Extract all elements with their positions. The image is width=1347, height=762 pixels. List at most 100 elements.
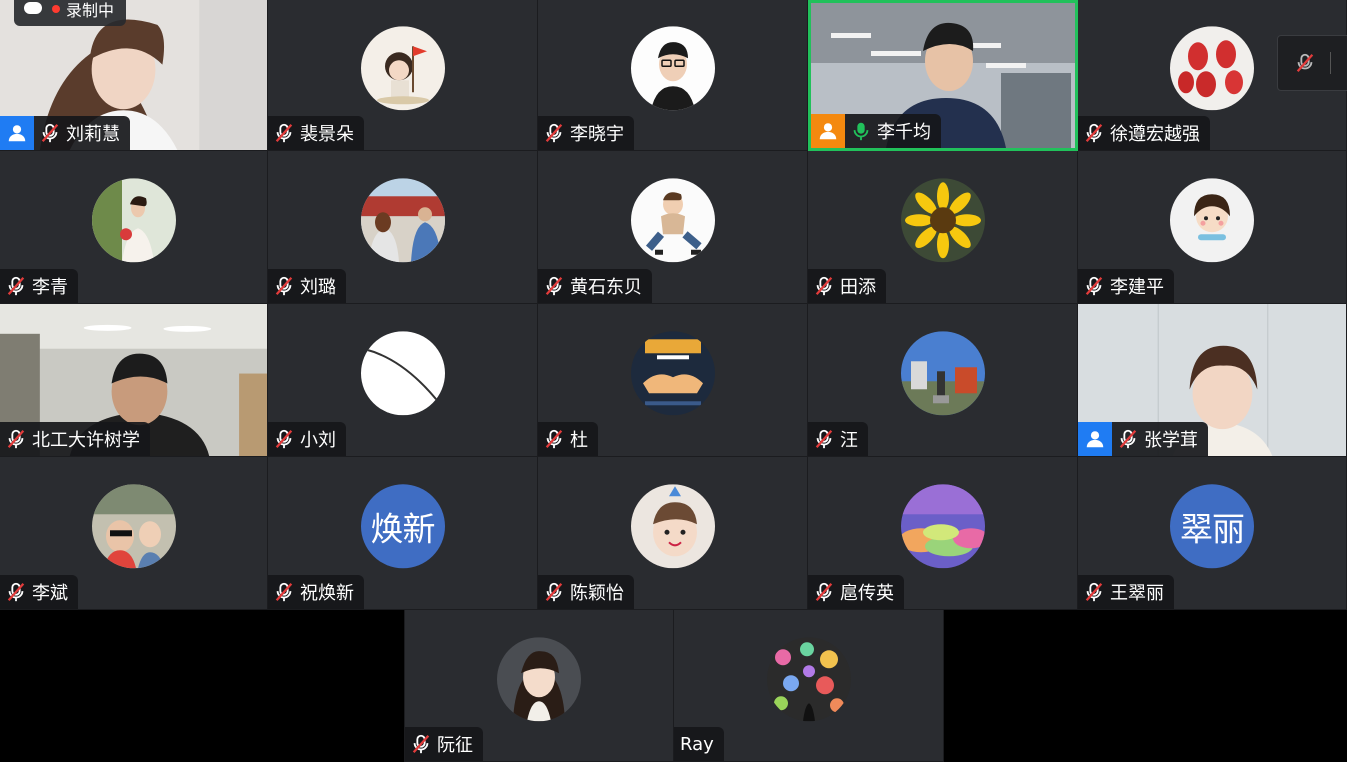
muted-mic-icon[interactable]: [543, 122, 565, 144]
participant-tile-active-speaker[interactable]: 李千均: [808, 0, 1078, 151]
avatar: [630, 26, 715, 111]
participant-name: 张学茸: [1144, 430, 1198, 451]
participant-name: 阮征: [437, 735, 473, 756]
name-tag: 裴景朵: [268, 116, 364, 150]
muted-mic-icon[interactable]: [39, 122, 61, 144]
name-tag: 张学茸: [1078, 422, 1208, 456]
avatar: [360, 331, 445, 416]
active-mic-icon[interactable]: [850, 120, 872, 142]
muted-mic-icon[interactable]: [5, 275, 27, 297]
participant-name: 李建平: [1110, 277, 1164, 298]
muted-mic-icon[interactable]: [813, 581, 835, 603]
avatar: [91, 178, 176, 263]
participant-tile[interactable]: 杜: [538, 304, 808, 457]
name-tag: 李千均: [811, 114, 941, 148]
avatar: [1170, 26, 1254, 111]
name-tag: 扈传英: [808, 575, 904, 609]
participant-tile[interactable]: 裴景朵: [268, 0, 538, 151]
participant-tile[interactable]: 阮征: [404, 610, 674, 762]
participant-name: 徐遵宏越强: [1110, 124, 1200, 145]
participant-tile[interactable]: 小刘: [268, 304, 538, 457]
muted-mic-icon[interactable]: [5, 581, 27, 603]
participant-name: 小刘: [300, 430, 336, 451]
participant-name: 陈颖怡: [570, 583, 624, 604]
avatar: [900, 178, 985, 263]
muted-mic-icon[interactable]: [1083, 275, 1105, 297]
participant-tile[interactable]: 李斌: [0, 457, 268, 610]
participant-tile[interactable]: 刘璐: [268, 151, 538, 304]
name-tag: 李青: [0, 269, 78, 303]
avatar: [766, 636, 851, 721]
participant-name: 王翠丽: [1110, 583, 1164, 604]
participant-tile[interactable]: 翠丽 王翠丽: [1078, 457, 1347, 610]
name-tag: 刘莉慧: [0, 116, 130, 150]
muted-mic-icon[interactable]: [543, 275, 565, 297]
participant-tile[interactable]: 陈颖怡: [538, 457, 808, 610]
name-tag: 李斌: [0, 575, 78, 609]
name-tag: 阮征: [405, 727, 483, 761]
participant-tile[interactable]: 黄石东贝: [538, 151, 808, 304]
participant-tile[interactable]: 录制中 刘莉慧: [0, 0, 268, 151]
host-badge-icon: [0, 116, 34, 150]
name-tag: 北工大许树学: [0, 422, 150, 456]
participant-tile[interactable]: 李晓宇: [538, 0, 808, 151]
muted-mic-icon[interactable]: [1083, 581, 1105, 603]
text-avatar: 翠丽: [1170, 484, 1254, 569]
host-badge-icon: [1078, 422, 1112, 456]
participant-name: 扈传英: [840, 583, 894, 604]
name-tag: 汪: [808, 422, 868, 456]
floating-control-bar[interactable]: [1277, 35, 1347, 91]
muted-mic-icon[interactable]: [543, 428, 565, 450]
muted-mic-icon[interactable]: [1083, 122, 1105, 144]
participant-tile[interactable]: 焕新 祝焕新: [268, 457, 538, 610]
participant-name: 裴景朵: [300, 124, 354, 145]
participant-name: 杜: [570, 430, 588, 451]
muted-mic-icon[interactable]: [1294, 52, 1316, 74]
muted-mic-icon[interactable]: [273, 581, 295, 603]
name-tag: 祝焕新: [268, 575, 364, 609]
participant-name: 李斌: [32, 583, 68, 604]
participant-name: 李千均: [877, 122, 931, 143]
avatar: [900, 331, 985, 416]
avatar: [1170, 178, 1254, 263]
muted-mic-icon[interactable]: [273, 428, 295, 450]
muted-mic-icon[interactable]: [813, 275, 835, 297]
participant-tile[interactable]: 北工大许树学: [0, 304, 268, 457]
muted-mic-icon[interactable]: [543, 581, 565, 603]
participant-name: 刘璐: [300, 277, 336, 298]
muted-mic-icon[interactable]: [410, 733, 432, 755]
participant-name: 黄石东贝: [570, 277, 642, 298]
participant-tile[interactable]: 汪: [808, 304, 1078, 457]
name-tag: 刘璐: [268, 269, 346, 303]
participant-name: Ray: [680, 733, 714, 755]
muted-mic-icon[interactable]: [1117, 428, 1139, 450]
name-tag: 李建平: [1078, 269, 1174, 303]
recording-indicator[interactable]: 录制中: [14, 0, 127, 26]
name-tag: 田添: [808, 269, 886, 303]
participant-name: 李青: [32, 277, 68, 298]
name-tag: Ray: [674, 727, 724, 761]
participant-name: 田添: [840, 277, 876, 298]
muted-mic-icon[interactable]: [5, 428, 27, 450]
muted-mic-icon[interactable]: [273, 122, 295, 144]
muted-mic-icon[interactable]: [813, 428, 835, 450]
name-tag: 王翠丽: [1078, 575, 1174, 609]
name-tag: 李晓宇: [538, 116, 634, 150]
participant-tile[interactable]: 李建平: [1078, 151, 1347, 304]
muted-mic-icon[interactable]: [273, 275, 295, 297]
avatar: [91, 484, 176, 569]
divider: [1330, 52, 1331, 74]
name-tag: 陈颖怡: [538, 575, 634, 609]
participant-name: 北工大许树学: [32, 430, 140, 451]
recording-label: 录制中: [66, 1, 115, 20]
name-tag: 徐遵宏越强: [1078, 116, 1210, 150]
avatar: [630, 484, 715, 569]
participant-tile[interactable]: 李青: [0, 151, 268, 304]
avatar: [630, 178, 715, 263]
participant-tile[interactable]: 田添: [808, 151, 1078, 304]
participant-name: 汪: [840, 430, 858, 451]
participant-tile[interactable]: 张学茸: [1078, 304, 1347, 457]
participant-tile[interactable]: 扈传英: [808, 457, 1078, 610]
avatar: [900, 484, 985, 569]
participant-tile[interactable]: Ray: [674, 610, 944, 762]
